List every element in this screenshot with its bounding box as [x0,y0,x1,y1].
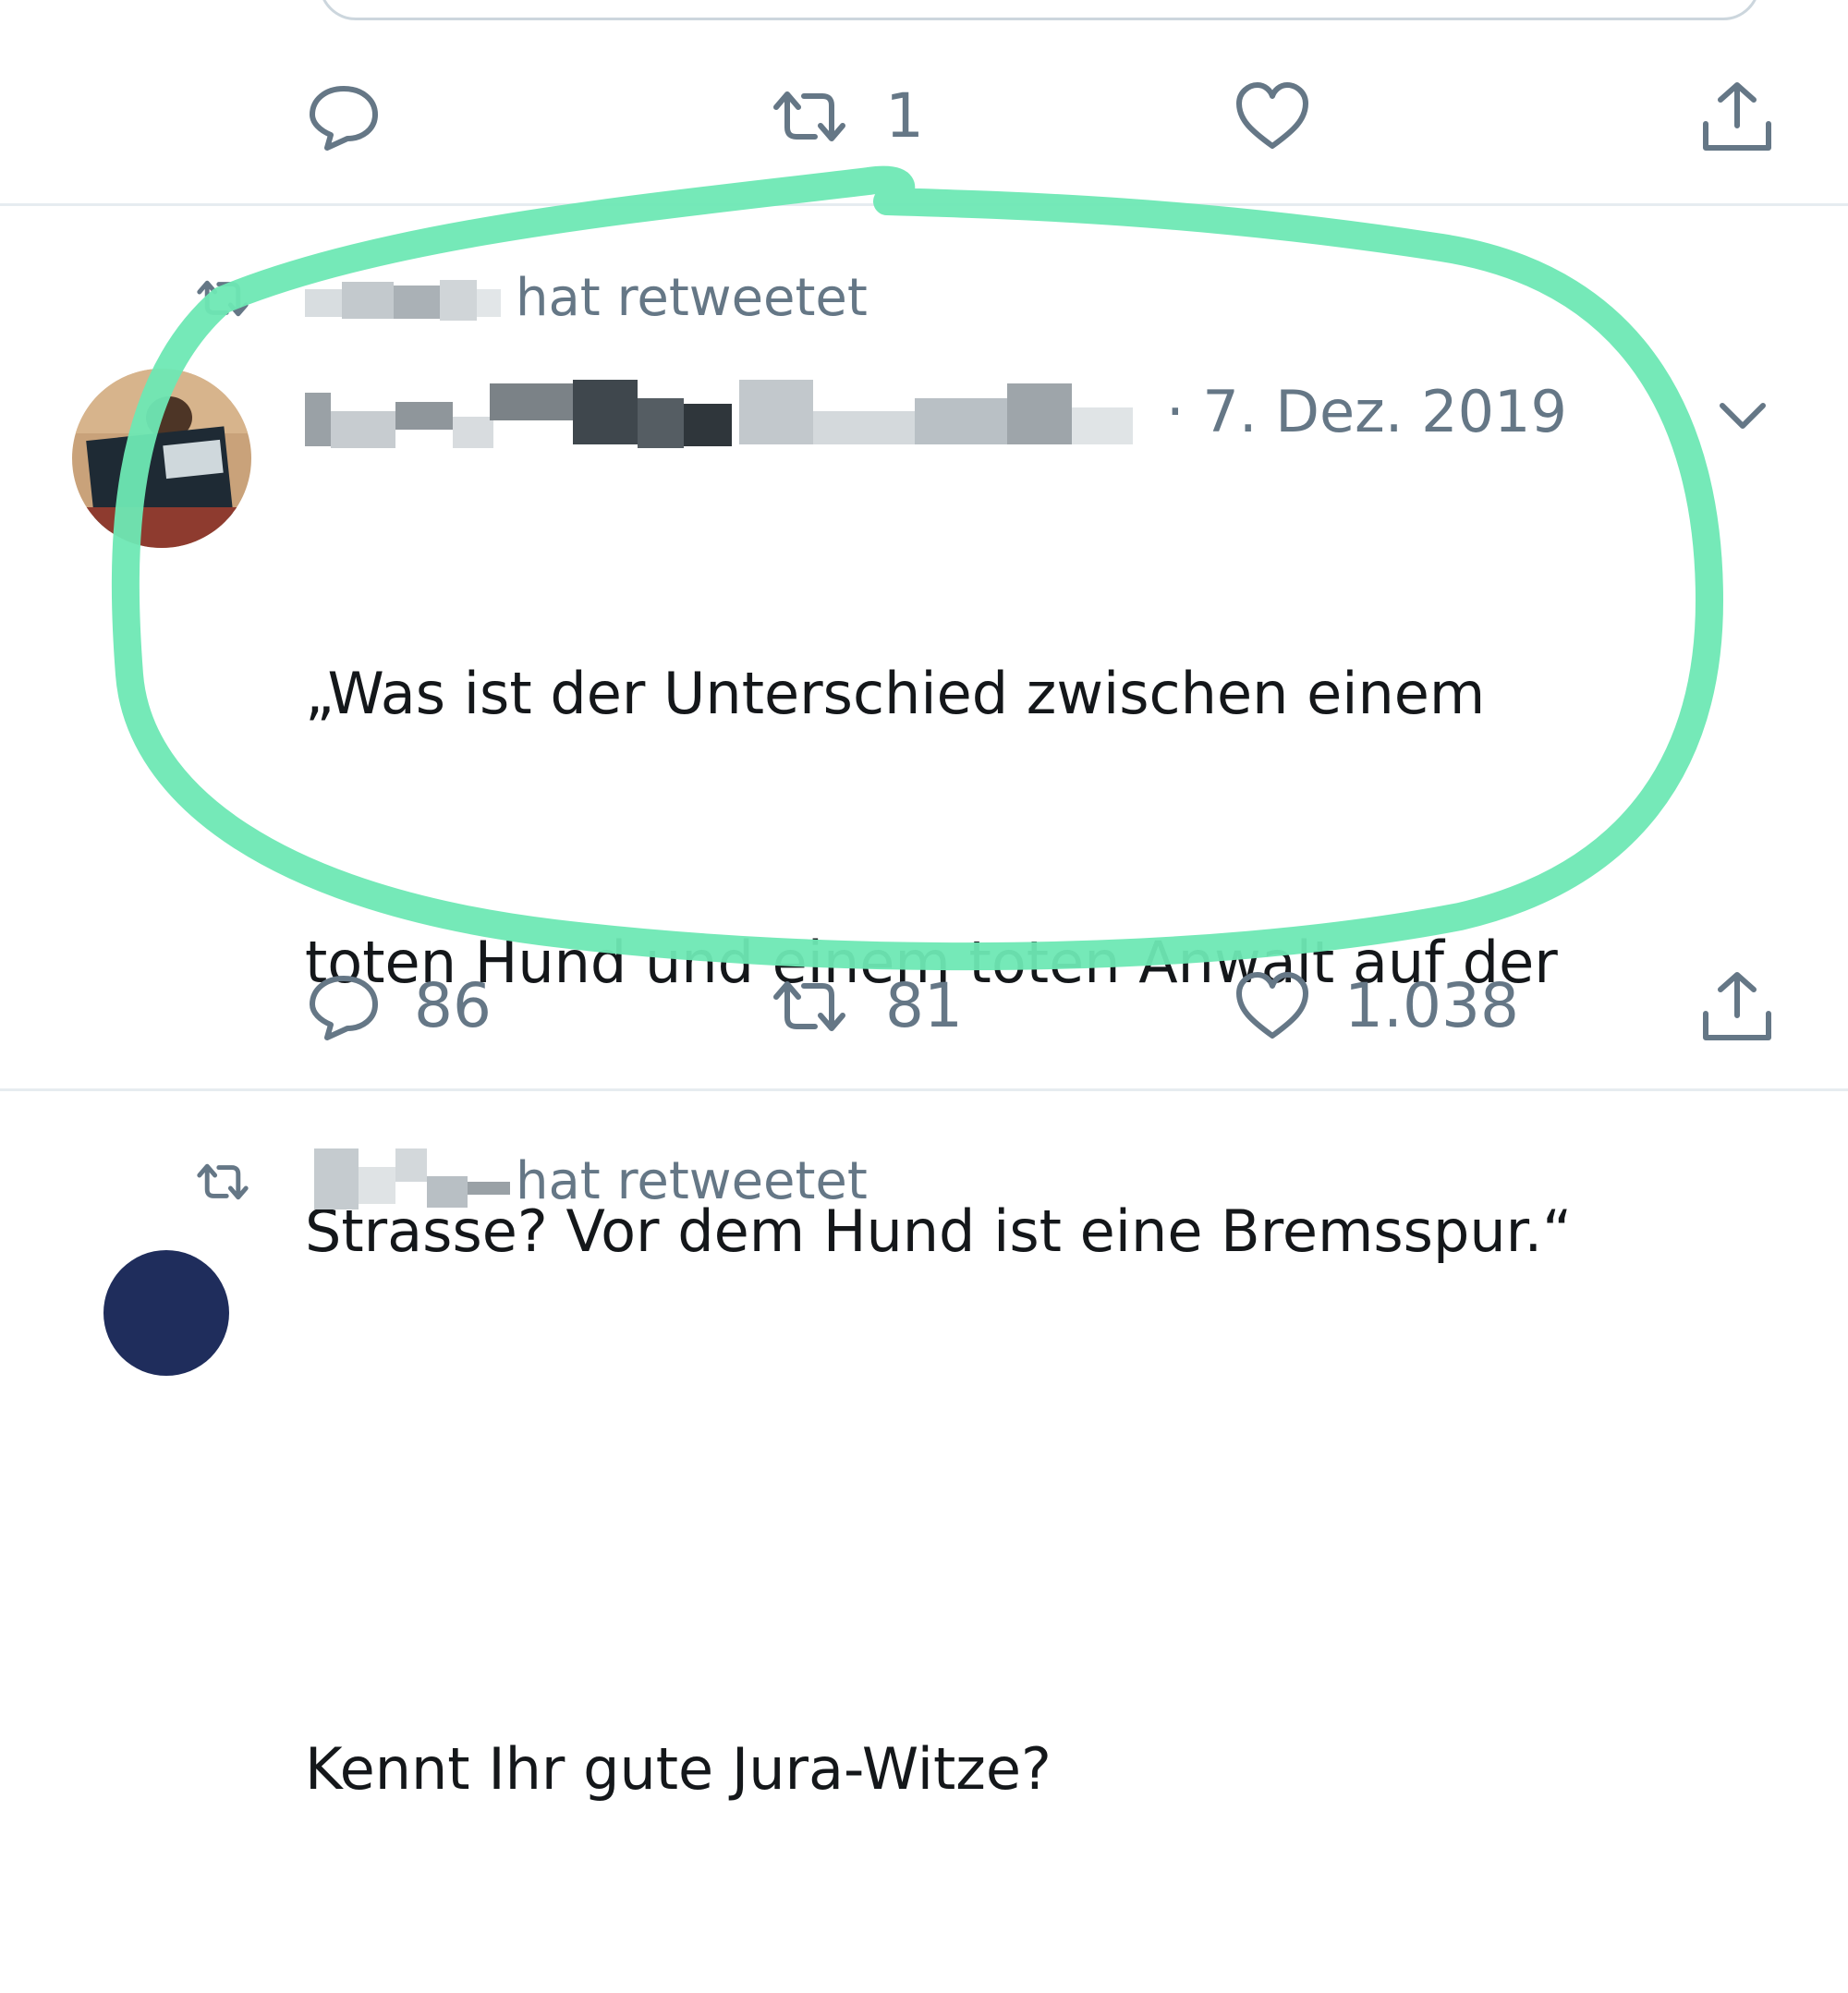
highlight-circle [111,165,1723,971]
tweet-text-line: Kennt Ihr gute Jura-Witze? [305,1735,1052,1803]
tweet-text-line [305,1455,1746,1545]
avatar[interactable] [103,1250,229,1376]
